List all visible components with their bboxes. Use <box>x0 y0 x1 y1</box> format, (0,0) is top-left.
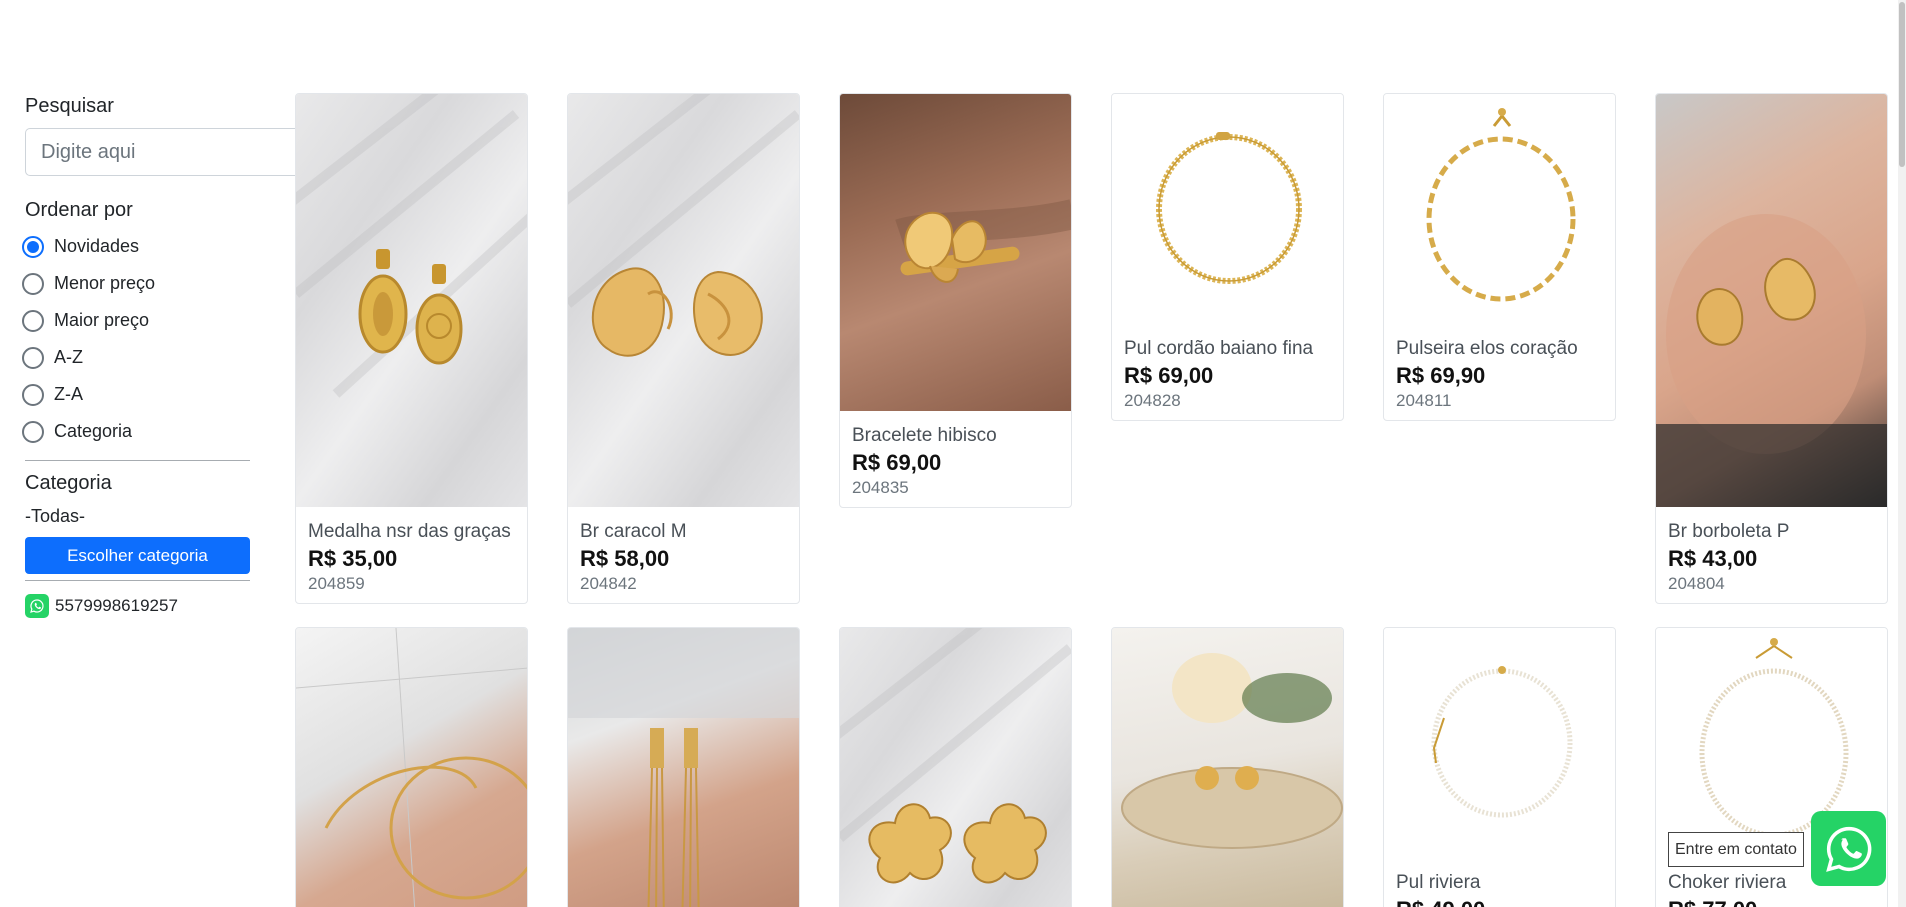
product-name: Br caracol M <box>580 521 687 542</box>
product-card[interactable]: Pulseira elos coração R$ 69,90 204811 <box>1383 93 1616 421</box>
order-options: Novidades Menor preço Maior preço A-Z Z-… <box>22 228 250 450</box>
product-price: R$ 35,00 <box>308 546 398 571</box>
product-price: R$ 43,00 <box>1668 546 1758 571</box>
product-code: 204811 <box>1396 391 1452 410</box>
product-code: 204859 <box>308 574 365 593</box>
product-name: Bracelete hibisco <box>852 425 997 446</box>
order-option-label: Z-A <box>54 384 83 404</box>
product-name: Medalha nsr das graças <box>308 521 511 542</box>
product-code: 204828 <box>1124 391 1181 410</box>
radio[interactable] <box>22 383 44 406</box>
product-card[interactable] <box>1111 627 1344 907</box>
order-option-label: A-Z <box>54 347 83 367</box>
order-option-z-a[interactable]: Z-A <box>22 376 250 413</box>
product-price: R$ 49,00 <box>1396 896 1603 907</box>
product-info: Pul cordão baiano fina R$ 69,00 204828 <box>1112 324 1343 420</box>
product-image[interactable] <box>1112 628 1343 907</box>
product-card[interactable] <box>567 627 800 907</box>
product-card[interactable]: Br borboleta P R$ 43,00 204804 <box>1655 93 1888 604</box>
product-card[interactable]: Br caracol M R$ 58,00 204842 <box>567 93 800 604</box>
radio[interactable] <box>22 309 44 332</box>
product-name: Pul riviera <box>1396 872 1481 893</box>
divider <box>25 580 250 581</box>
scrollbar[interactable] <box>1898 0 1906 907</box>
product-info: Br caracol M R$ 58,00 204842 <box>568 507 799 603</box>
product-image[interactable] <box>296 94 527 507</box>
order-label: Ordenar por <box>25 199 133 221</box>
divider <box>25 460 250 461</box>
product-price: R$ 69,00 <box>1124 363 1214 388</box>
choose-category-button[interactable]: Escolher categoria <box>25 537 250 574</box>
product-code: 204835 <box>852 478 909 497</box>
product-card[interactable]: Pul cordão baiano fina R$ 69,00 204828 <box>1111 93 1344 421</box>
order-option-menor-preco[interactable]: Menor preço <box>22 265 250 302</box>
product-info: Pulseira elos coração R$ 69,90 204811 <box>1384 324 1615 420</box>
order-option-novidades[interactable]: Novidades <box>22 228 250 265</box>
contact-tooltip: Entre em contato <box>1668 832 1804 867</box>
order-option-label: Menor preço <box>54 273 156 293</box>
product-info: Br borboleta P R$ 43,00 204804 <box>1656 507 1887 603</box>
whatsapp-icon <box>25 594 49 618</box>
scrollbar-thumb[interactable] <box>1899 2 1905 167</box>
product-image[interactable] <box>1656 94 1887 507</box>
search-input[interactable] <box>25 128 321 176</box>
filter-sidebar: Pesquisar Ordenar por Novidades Menor pr… <box>22 94 343 619</box>
radio[interactable] <box>22 420 44 443</box>
order-option-label: Maior preço <box>54 310 150 330</box>
search-label: Pesquisar <box>25 95 114 117</box>
product-name: Pul cordão baiano fina <box>1124 338 1314 359</box>
search-group <box>25 128 343 176</box>
order-option-a-z[interactable]: A-Z <box>22 339 250 376</box>
product-info: Medalha nsr das graças R$ 35,00 204859 <box>296 507 527 603</box>
product-info: Pul riviera R$ 49,00 <box>1384 858 1615 907</box>
category-value: -Todas- <box>25 506 86 526</box>
product-code: 204804 <box>1668 574 1725 593</box>
product-code: 204842 <box>580 574 637 593</box>
product-image[interactable] <box>296 628 527 907</box>
product-image[interactable] <box>568 628 799 907</box>
order-option-maior-preco[interactable]: Maior preço <box>22 302 250 339</box>
product-image[interactable] <box>1112 94 1343 324</box>
order-option-label: Novidades <box>54 236 140 256</box>
product-image[interactable] <box>1384 628 1615 858</box>
product-card[interactable]: Medalha nsr das graças R$ 35,00 204859 <box>295 93 528 604</box>
product-image[interactable] <box>1384 94 1615 324</box>
product-info: Bracelete hibisco R$ 69,00 204835 <box>840 411 1071 507</box>
product-price: R$ 58,00 <box>580 546 670 571</box>
product-card[interactable] <box>839 627 1072 907</box>
contact-phone[interactable]: 5579998619257 <box>25 593 250 619</box>
product-image[interactable] <box>568 94 799 507</box>
product-card[interactable]: Pul riviera R$ 49,00 <box>1383 627 1616 907</box>
whatsapp-icon <box>1825 826 1871 872</box>
product-image[interactable] <box>840 628 1071 907</box>
order-option-categoria[interactable]: Categoria <box>22 413 250 450</box>
product-card[interactable]: Bracelete hibisco R$ 69,00 204835 <box>839 93 1072 508</box>
phone-number: 5579998619257 <box>55 596 178 615</box>
product-price: R$ 69,00 <box>852 450 942 475</box>
product-name: Pulseira elos coração <box>1396 338 1578 359</box>
whatsapp-float-button[interactable] <box>1811 811 1886 886</box>
category-label: Categoria <box>25 472 112 494</box>
product-name: Br borboleta P <box>1668 521 1790 542</box>
order-option-label: Categoria <box>54 421 133 441</box>
product-price: R$ 77,00 <box>1668 896 1875 907</box>
radio-checked[interactable] <box>22 235 44 258</box>
product-price: R$ 69,90 <box>1396 363 1486 388</box>
radio[interactable] <box>22 272 44 295</box>
product-card[interactable] <box>295 627 528 907</box>
product-image[interactable] <box>840 94 1071 411</box>
radio[interactable] <box>22 346 44 369</box>
